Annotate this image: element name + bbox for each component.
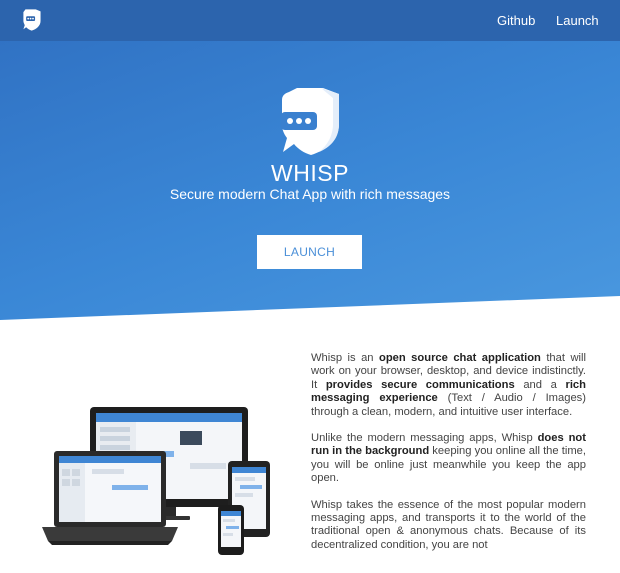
hero-title: WHISP [271,160,349,186]
body-text: Unlike the modern messaging apps, Whisp [311,432,538,445]
navbar: Github Launch [0,0,620,41]
launch-button[interactable]: LAUNCH [257,235,362,269]
description: Whisp is an open source chat application… [311,352,586,565]
whisp-shield-logo-icon [281,88,339,155]
nav-launch-link[interactable]: Launch [556,13,599,28]
body-text: Whisp takes the essence of the most popu… [311,498,586,551]
nav-github-link[interactable]: Github [497,13,535,28]
description-paragraph-2: Unlike the modern messaging apps, Whisp … [311,432,586,486]
body-text: and a [514,378,566,391]
whisp-logo-icon[interactable] [22,8,44,32]
emphasis-text: provides secure communications [325,378,515,391]
emphasis-text: open source chat application [379,352,541,364]
body-text: Whisp is an [311,352,379,364]
hero-subtitle: Secure modern Chat App with rich message… [169,186,451,202]
description-paragraph-1: Whisp is an open source chat application… [311,352,586,419]
devices-illustration [42,407,270,555]
description-paragraph-3: Whisp takes the essence of the most popu… [311,499,586,553]
